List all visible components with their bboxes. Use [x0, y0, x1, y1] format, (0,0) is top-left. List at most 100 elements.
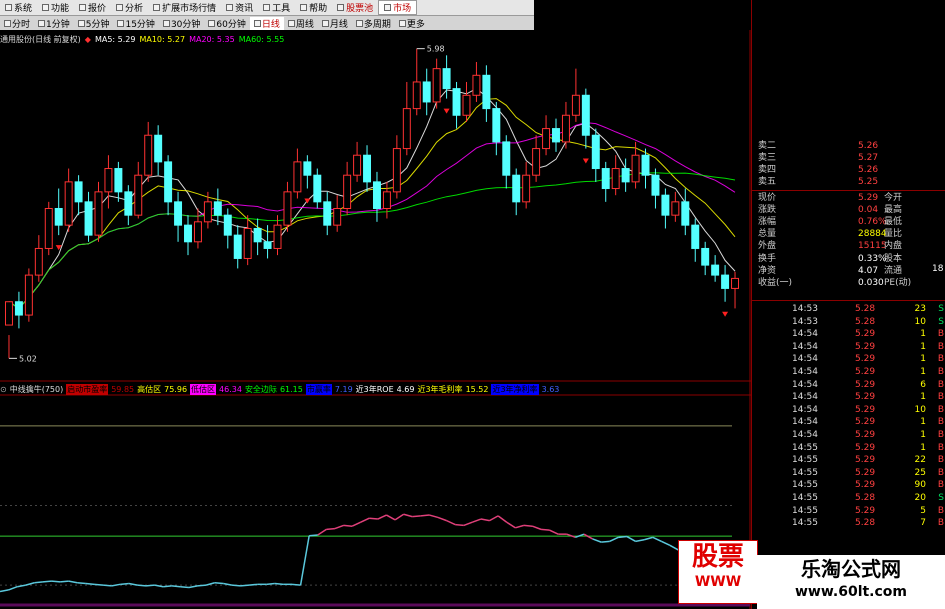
tick-row: 14:54 5.29 1 B — [792, 366, 945, 378]
signal-arrow-icon — [722, 311, 729, 317]
quote-label: 净资 — [758, 265, 777, 276]
indicator-line-segment — [412, 515, 421, 518]
order-book-label: 卖二 — [758, 141, 777, 151]
indicator-settings-icon[interactable]: ⊙ — [0, 385, 7, 394]
period-tab-8[interactable]: 月线 — [318, 17, 352, 30]
period-icon — [208, 19, 216, 27]
tick-time: 14:55 — [792, 455, 818, 466]
indicator-line-segment — [618, 535, 628, 539]
menu-item-7[interactable]: 帮助 — [295, 1, 332, 14]
period-tab-6[interactable]: 日线 — [249, 16, 284, 30]
menu-item-6[interactable]: 工具 — [258, 1, 295, 14]
period-label: 月线 — [329, 19, 348, 30]
indicator-value: 75.96 — [164, 384, 188, 394]
candle-body — [512, 174, 521, 203]
menu-icon — [226, 4, 234, 11]
indicator-line-segment — [351, 521, 362, 527]
tick-row: 14:55 5.29 25 B — [792, 467, 945, 479]
indicator-line-segment — [77, 581, 86, 585]
menu-icon — [300, 4, 308, 11]
indicator-line-segment — [163, 585, 172, 588]
candle-body — [601, 168, 610, 190]
candle-body — [273, 224, 282, 249]
menu-label: 报价 — [88, 4, 107, 14]
watermark-logo-sub: WWW — [694, 574, 742, 590]
indicator-line-segment — [248, 583, 258, 586]
indicator-line-segment — [446, 519, 456, 526]
indicator-line-segment — [102, 584, 112, 587]
indicator-name: 中线擒牛(750) — [9, 384, 64, 394]
menu-icon — [337, 4, 345, 11]
indicator-line-segment — [299, 535, 310, 586]
tick-time: 14:54 — [792, 341, 818, 352]
indicator-line-segment — [94, 583, 104, 586]
menu-item-1[interactable]: 功能 — [37, 1, 74, 14]
candle-body — [731, 277, 740, 289]
period-tab-1[interactable]: 1分钟 — [34, 17, 74, 30]
period-tab-0[interactable]: 分时 — [0, 17, 34, 30]
menu-item-5[interactable]: 资讯 — [221, 1, 258, 14]
tick-time: 14:54 — [792, 417, 818, 428]
tick-side: B — [937, 455, 944, 466]
tick-side: B — [937, 392, 944, 403]
candle-body — [184, 224, 192, 243]
period-label: 分时 — [12, 19, 31, 30]
indicator-line-segment — [240, 584, 250, 587]
quote-row: 收益(一) 0.030 PE(动) — [758, 277, 943, 289]
tick-price: 5.29 — [855, 341, 876, 352]
quote-label: 涨幅 — [758, 217, 777, 228]
period-tab-3[interactable]: 15分钟 — [113, 17, 158, 30]
period-tab-7[interactable]: 周线 — [284, 17, 318, 30]
tick-price: 5.29 — [855, 367, 876, 377]
menu-item-9[interactable]: 市场 — [378, 0, 418, 15]
tick-time: 14:54 — [792, 367, 818, 377]
candle-body — [382, 191, 391, 210]
indicator-label: 近3年ROE — [355, 384, 394, 394]
tick-volume: 20 — [914, 493, 926, 503]
indicator-line-segment — [540, 528, 550, 531]
tick-row: 14:55 5.29 90 B — [792, 479, 945, 491]
tick-time: 14:55 — [792, 505, 818, 516]
period-icon — [398, 19, 406, 27]
indicator-line-segment — [34, 581, 44, 584]
menu-item-3[interactable]: 分析 — [111, 1, 148, 14]
tick-price: 5.29 — [855, 329, 876, 340]
menu-item-8[interactable]: 股票池 — [332, 1, 378, 14]
tick-side: B — [937, 442, 944, 453]
order-book-row: 卖三 5.27 — [758, 152, 943, 164]
quote-value: 0.33% — [858, 253, 887, 264]
candle-body — [154, 134, 163, 163]
menu-item-2[interactable]: 报价 — [74, 1, 111, 14]
tick-side: B — [937, 379, 944, 390]
watermark-logo: 股票 WWW — [678, 540, 758, 604]
period-tab-9[interactable]: 多周期 — [352, 17, 395, 30]
indicator-label: 近3年净利率 — [491, 383, 539, 395]
candle-body — [651, 174, 660, 196]
period-tab-2[interactable]: 5分钟 — [74, 17, 114, 30]
quote-label: 总量 — [758, 229, 777, 240]
menu-item-0[interactable]: 系统 — [0, 1, 37, 14]
tick-price: 5.29 — [855, 379, 876, 390]
candle-body — [691, 224, 700, 249]
quote-row: 涨跌 0.04 最高 — [758, 204, 943, 216]
quote-label: 换手 — [758, 253, 777, 264]
candle-body — [263, 241, 272, 249]
period-label: 5分钟 — [85, 19, 110, 30]
tick-volume: 1 — [920, 392, 926, 403]
candle-body — [144, 134, 153, 176]
watermark-banner: 乐淘公式网 www.60lt.com — [757, 555, 945, 609]
candle-body — [84, 201, 93, 236]
quote-extra-value: 18 — [932, 264, 944, 274]
candle-body — [641, 154, 650, 176]
indicator-line-segment — [171, 585, 181, 588]
low-price-label: 5.02 — [19, 354, 37, 363]
menu-item-4[interactable]: 扩展市场行情 — [148, 1, 221, 14]
tick-volume: 90 — [914, 480, 926, 491]
ma-line — [8, 98, 736, 310]
quote-label-2: 流通 — [884, 265, 903, 276]
period-tab-4[interactable]: 30分钟 — [159, 17, 204, 30]
indicator-line-segment — [455, 523, 464, 527]
period-tab-10[interactable]: 更多 — [395, 17, 429, 30]
tick-row: 14:55 5.28 20 S — [792, 492, 945, 504]
period-tab-5[interactable]: 60分钟 — [204, 17, 249, 30]
